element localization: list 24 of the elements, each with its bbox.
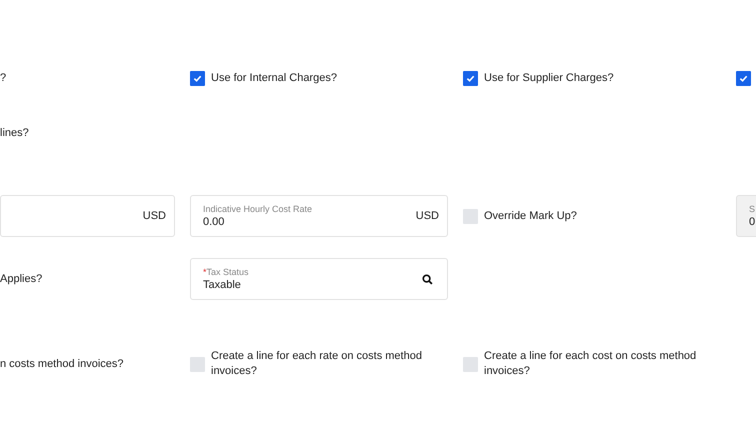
checkbox[interactable] [463,70,478,86]
checkbox-label: ? [0,72,6,84]
check-icon [466,74,475,82]
check-icon [739,74,748,82]
checkbox-label: Override Mark Up? [484,208,577,224]
input-field[interactable]: USD [0,195,175,237]
checkbox-label: Use for Supplier Charges? [484,70,614,86]
checkbox-label: Use for Internal Charges? [211,70,337,86]
checkbox-label: Applies? [0,273,42,285]
checkbox[interactable] [463,356,478,372]
checkbox-label: Create a line for each cost on costs method invoices? [484,349,698,379]
checkbox[interactable] [736,70,751,86]
input-field[interactable]: *Tax Status Taxable [190,258,448,300]
checkbox[interactable] [190,356,205,372]
currency-label: USD [416,210,439,222]
checkbox-label: lines? [0,127,29,139]
check-icon [193,74,202,82]
currency-label: USD [142,210,166,222]
checkbox-label: Create a line for each rate on costs method invoices? [211,349,423,379]
checkbox[interactable] [463,208,478,224]
search-icon[interactable] [422,274,433,284]
input-field[interactable]: Indicative Hourly Cost Rate 0.00 USD [190,195,448,237]
checkbox-label: n costs method invoices? [0,358,124,370]
checkbox[interactable] [190,70,205,86]
